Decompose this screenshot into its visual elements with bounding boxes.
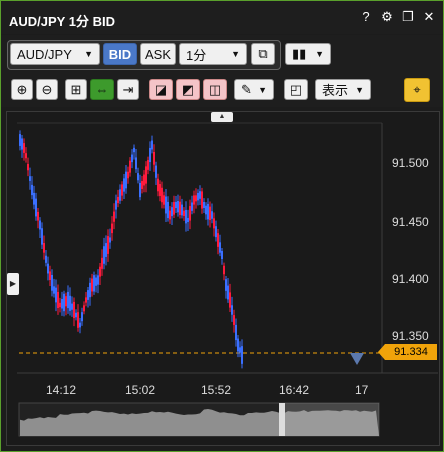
draw-tool-3-icon[interactable]: ◫	[203, 79, 227, 100]
display-label: 表示	[322, 83, 349, 98]
chevron-down-icon: ▼	[258, 84, 267, 95]
window-title: AUD/JPY 1分 BID	[9, 14, 115, 29]
pen-select[interactable]: ✎ ▼	[234, 79, 274, 100]
y-tick-label: 91.500	[392, 156, 429, 170]
display-select[interactable]: 表示 ▼	[315, 79, 371, 100]
ask-button[interactable]: ASK	[140, 43, 176, 65]
y-tick-label: 91.400	[392, 272, 429, 286]
toolbar: AUD/JPY ▼ BID ASK 1分 ▼ ⧉ ▮▮ ▼ ⊕ ⊖ ⊞ ⇔ ⇥ ◪ ◩…	[1, 35, 443, 107]
chevron-down-icon: ▼	[355, 84, 364, 95]
help-icon[interactable]: ?	[360, 9, 372, 25]
timeframe-label: 1分	[186, 47, 207, 63]
pencil-icon: ✎	[241, 81, 252, 97]
link-icon[interactable]: ⧉	[251, 43, 275, 65]
y-tick-label: 91.350	[392, 329, 429, 343]
candlestick-icon: ▮▮	[292, 46, 307, 61]
zoom-out-icon[interactable]: ⊖	[36, 79, 58, 100]
chevron-down-icon: ▼	[231, 49, 240, 59]
collapse-toolbar-icon[interactable]: ▲	[211, 112, 233, 122]
chevron-down-icon: ▼	[84, 49, 93, 59]
chevron-down-icon: ▼	[315, 49, 324, 59]
symbol-label: AUD/JPY	[17, 46, 72, 62]
timeframe-select[interactable]: 1分 ▼	[179, 43, 247, 65]
x-tick-label: 16:42	[279, 383, 310, 397]
current-price-tag: 91.334	[378, 344, 437, 360]
settings-icon[interactable]: ⚙	[381, 9, 393, 25]
indicator-icon[interactable]: ◰	[284, 79, 308, 100]
expand-icon[interactable]: ⇔	[90, 79, 114, 100]
x-tick-label: 15:02	[125, 383, 156, 397]
fit-icon[interactable]: ⊞	[65, 79, 87, 100]
chart-type-select[interactable]: ▮▮ ▼	[285, 43, 331, 65]
x-tick-label: 14:12	[46, 383, 77, 397]
y-tick-label: 91.450	[392, 215, 429, 229]
crosshair-icon[interactable]: ⌖	[404, 78, 430, 102]
draw-tool-2-icon[interactable]: ◩	[176, 79, 200, 100]
zoom-in-icon[interactable]: ⊕	[11, 79, 33, 100]
restore-icon[interactable]: ❐	[402, 9, 414, 25]
side-panel-handle[interactable]: ▶	[7, 273, 19, 295]
draw-tool-1-icon[interactable]: ◪	[149, 79, 173, 100]
symbol-select[interactable]: AUD/JPY ▼	[10, 43, 100, 65]
close-icon[interactable]: ✕	[423, 9, 435, 25]
x-tick-label: 17	[355, 383, 369, 397]
scroll-end-icon[interactable]: ⇥	[117, 79, 139, 100]
title-bar[interactable]: AUD/JPY 1分 BID ? ⚙ ❐ ✕	[1, 1, 443, 34]
x-tick-label: 15:52	[201, 383, 232, 397]
bid-button[interactable]: BID	[103, 43, 137, 65]
